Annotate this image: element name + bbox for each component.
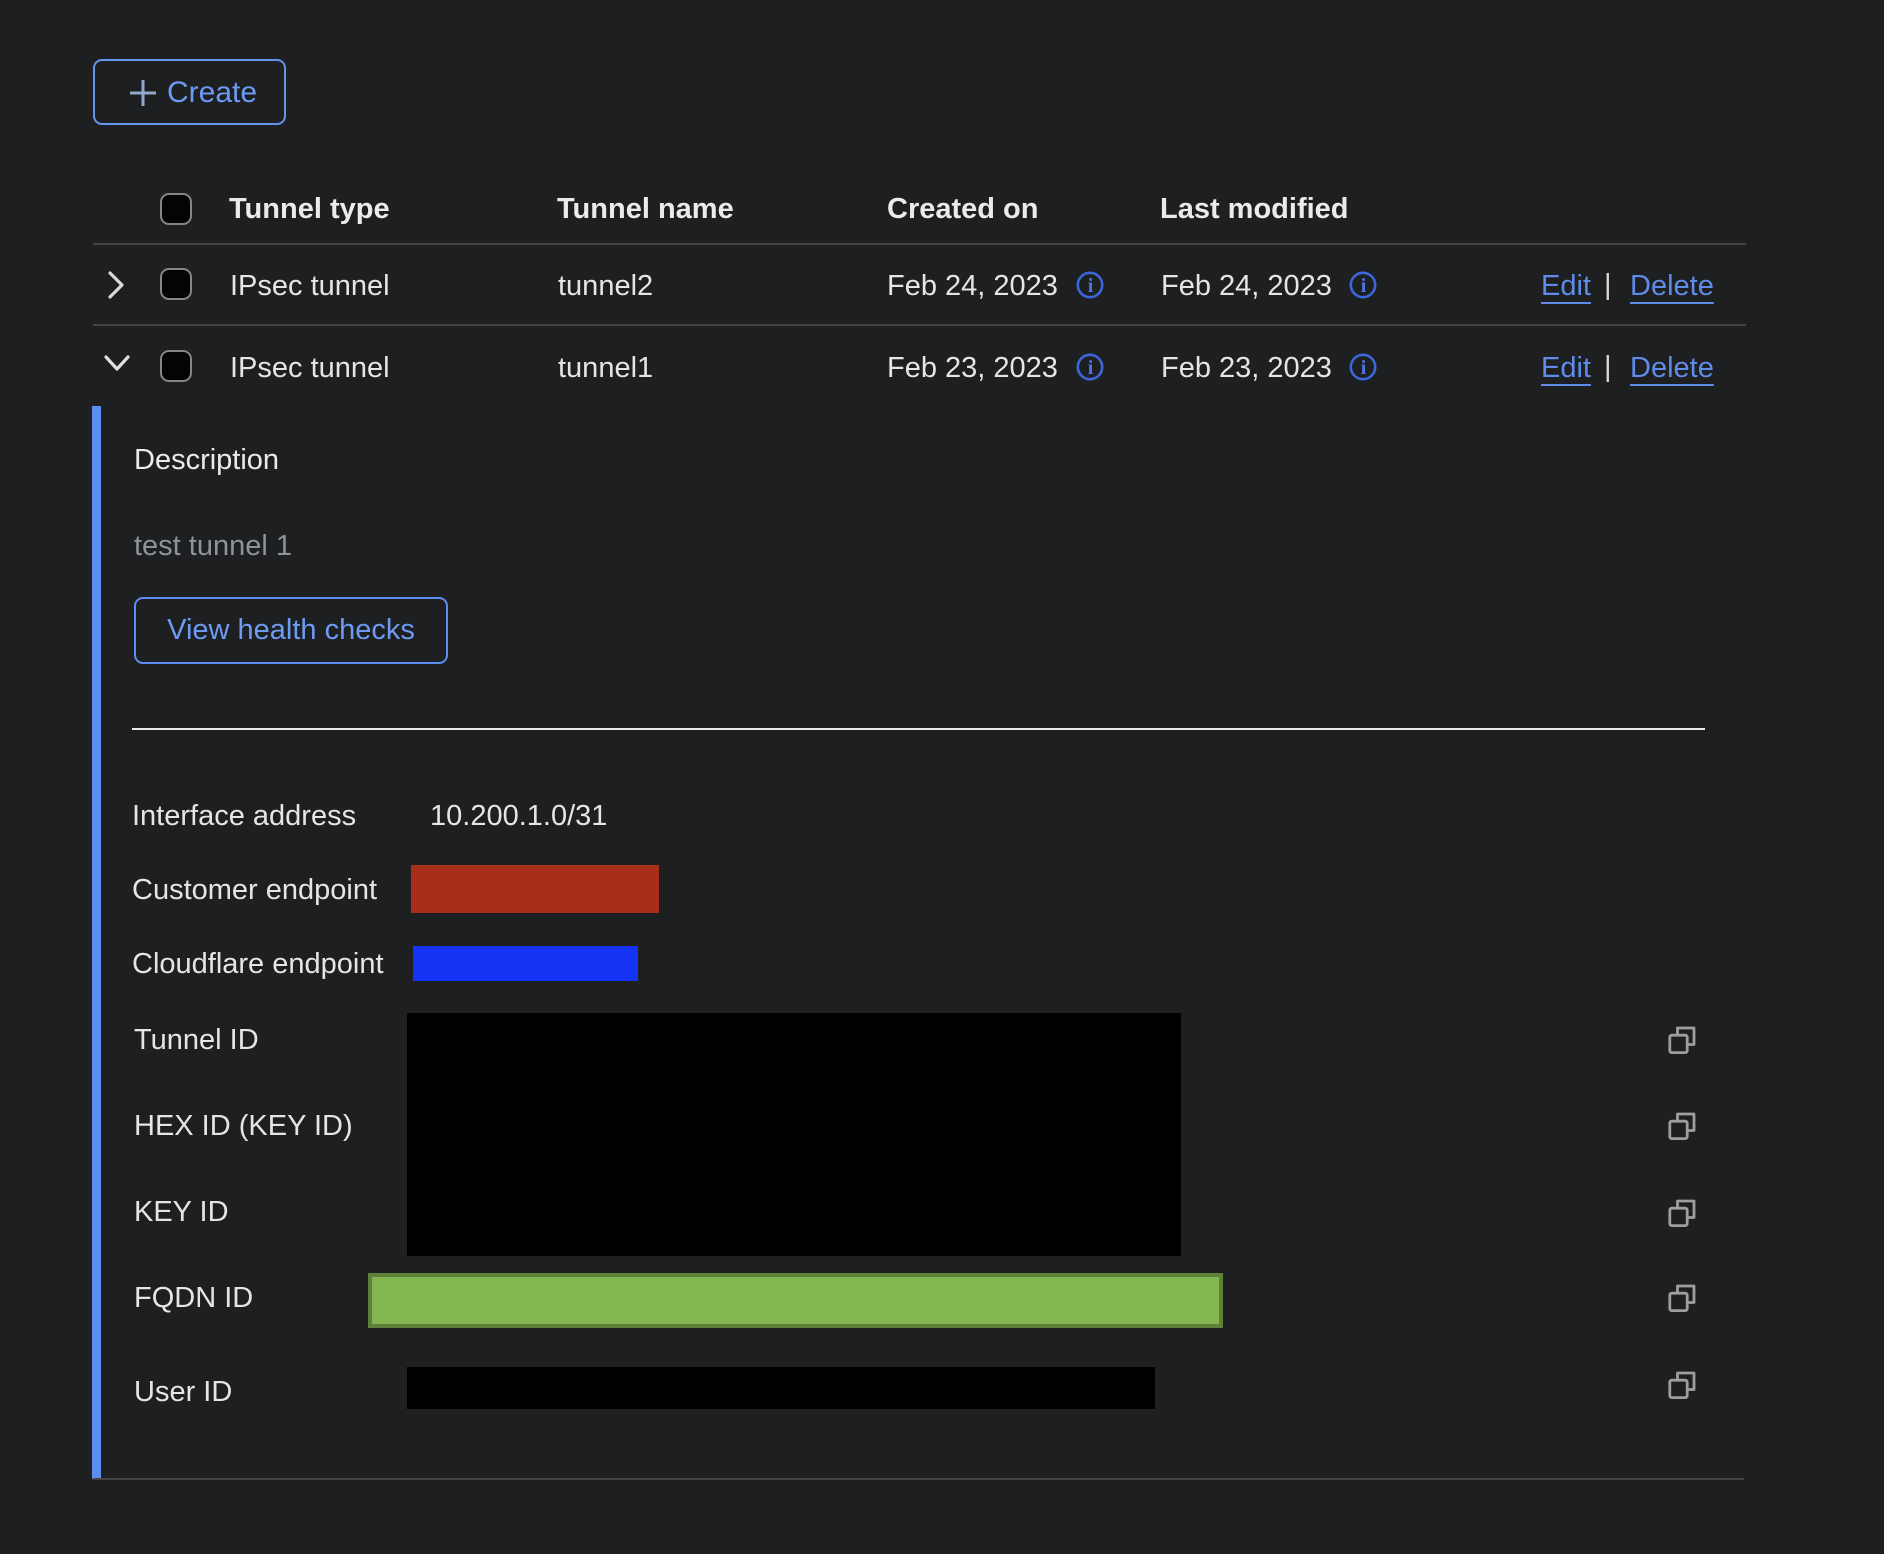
svg-text:i: i bbox=[1361, 275, 1367, 297]
svg-text:i: i bbox=[1088, 357, 1094, 379]
svg-text:i: i bbox=[1361, 357, 1367, 379]
svg-text:i: i bbox=[1088, 275, 1094, 297]
